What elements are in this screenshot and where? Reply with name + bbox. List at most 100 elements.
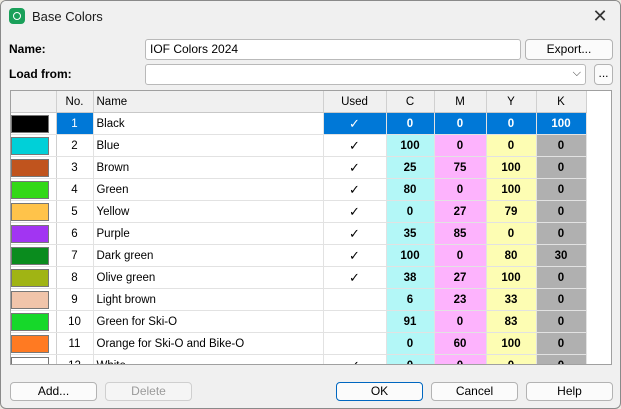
- magenta-value[interactable]: 27: [434, 200, 487, 223]
- used-check[interactable]: [323, 332, 387, 355]
- table-row[interactable]: 1 Black ✓ 0 0 0 100: [11, 112, 587, 135]
- cyan-value[interactable]: 0: [386, 200, 435, 223]
- name-field[interactable]: IOF Colors 2024: [145, 39, 521, 60]
- table-row[interactable]: 2 Blue ✓ 100 0 0 0: [11, 134, 587, 157]
- color-swatch[interactable]: [11, 310, 57, 333]
- load-from-combo[interactable]: ⌵: [145, 64, 586, 85]
- black-value[interactable]: 0: [536, 310, 587, 333]
- export-button[interactable]: Export...: [525, 39, 613, 60]
- color-swatch[interactable]: [11, 200, 57, 223]
- table-row[interactable]: 5 Yellow ✓ 0 27 79 0: [11, 200, 587, 223]
- black-value[interactable]: 0: [536, 266, 587, 289]
- color-swatch[interactable]: [11, 112, 57, 135]
- cyan-value[interactable]: 25: [386, 156, 435, 179]
- yellow-value[interactable]: 33: [486, 288, 537, 311]
- color-name[interactable]: Green for Ski-O: [93, 310, 324, 333]
- used-check[interactable]: [323, 288, 387, 311]
- color-swatch[interactable]: [11, 288, 57, 311]
- row-number[interactable]: 7: [56, 244, 94, 267]
- table-row[interactable]: 10 Green for Ski-O 91 0 83 0: [11, 310, 587, 333]
- table-row[interactable]: 9 Light brown 6 23 33 0: [11, 288, 587, 311]
- yellow-value[interactable]: 100: [486, 332, 537, 355]
- used-check[interactable]: [323, 310, 387, 333]
- cyan-value[interactable]: 6: [386, 288, 435, 311]
- color-swatch[interactable]: [11, 266, 57, 289]
- cyan-value[interactable]: 38: [386, 266, 435, 289]
- magenta-value[interactable]: 0: [434, 134, 487, 157]
- color-name[interactable]: Dark green: [93, 244, 324, 267]
- used-check[interactable]: ✓: [323, 112, 387, 135]
- color-swatch[interactable]: [11, 134, 57, 157]
- black-value[interactable]: 0: [536, 288, 587, 311]
- row-number[interactable]: 1: [56, 112, 94, 135]
- cyan-value[interactable]: 91: [386, 310, 435, 333]
- cyan-value[interactable]: 0: [386, 332, 435, 355]
- k-header[interactable]: K: [536, 91, 587, 113]
- color-name[interactable]: Blue: [93, 134, 324, 157]
- cyan-value[interactable]: 0: [386, 112, 435, 135]
- color-swatch[interactable]: [11, 332, 57, 355]
- yellow-value[interactable]: 0: [486, 222, 537, 245]
- black-value[interactable]: 0: [536, 354, 587, 364]
- yellow-value[interactable]: 0: [486, 354, 537, 364]
- cyan-value[interactable]: 0: [386, 354, 435, 364]
- used-check[interactable]: ✓: [323, 266, 387, 289]
- color-name[interactable]: Black: [93, 112, 324, 135]
- table-row[interactable]: 3 Brown ✓ 25 75 100 0: [11, 156, 587, 179]
- delete-button[interactable]: Delete: [105, 382, 192, 401]
- used-check[interactable]: ✓: [323, 178, 387, 201]
- used-check[interactable]: ✓: [323, 200, 387, 223]
- color-name[interactable]: White: [93, 354, 324, 364]
- magenta-value[interactable]: 85: [434, 222, 487, 245]
- row-number[interactable]: 3: [56, 156, 94, 179]
- no-header[interactable]: No.: [56, 91, 94, 113]
- magenta-value[interactable]: 0: [434, 178, 487, 201]
- row-number[interactable]: 2: [56, 134, 94, 157]
- yellow-value[interactable]: 100: [486, 156, 537, 179]
- table-row[interactable]: 6 Purple ✓ 35 85 0 0: [11, 222, 587, 245]
- row-number[interactable]: 6: [56, 222, 94, 245]
- color-name[interactable]: Purple: [93, 222, 324, 245]
- color-swatch[interactable]: [11, 354, 57, 364]
- cyan-value[interactable]: 80: [386, 178, 435, 201]
- row-number[interactable]: 9: [56, 288, 94, 311]
- table-row[interactable]: 4 Green ✓ 80 0 100 0: [11, 178, 587, 201]
- black-value[interactable]: 0: [536, 178, 587, 201]
- black-value[interactable]: 30: [536, 244, 587, 267]
- row-number[interactable]: 5: [56, 200, 94, 223]
- row-number[interactable]: 10: [56, 310, 94, 333]
- black-value[interactable]: 0: [536, 332, 587, 355]
- browse-button[interactable]: ...: [594, 64, 613, 85]
- color-name[interactable]: Light brown: [93, 288, 324, 311]
- magenta-value[interactable]: 0: [434, 244, 487, 267]
- color-name[interactable]: Orange for Ski-O and Bike-O: [93, 332, 324, 355]
- yellow-value[interactable]: 0: [486, 112, 537, 135]
- black-value[interactable]: 100: [536, 112, 587, 135]
- magenta-value[interactable]: 0: [434, 112, 487, 135]
- black-value[interactable]: 0: [536, 200, 587, 223]
- name-header[interactable]: Name: [93, 91, 324, 113]
- used-check[interactable]: ✓: [323, 156, 387, 179]
- table-row[interactable]: 8 Olive green ✓ 38 27 100 0: [11, 266, 587, 289]
- magenta-value[interactable]: 60: [434, 332, 487, 355]
- yellow-value[interactable]: 100: [486, 178, 537, 201]
- used-check[interactable]: ✓: [323, 354, 387, 364]
- color-swatch[interactable]: [11, 222, 57, 245]
- table-row[interactable]: 7 Dark green ✓ 100 0 80 30: [11, 244, 587, 267]
- y-header[interactable]: Y: [486, 91, 537, 113]
- black-value[interactable]: 0: [536, 134, 587, 157]
- row-number[interactable]: 8: [56, 266, 94, 289]
- magenta-value[interactable]: 23: [434, 288, 487, 311]
- magenta-value[interactable]: 75: [434, 156, 487, 179]
- cyan-value[interactable]: 100: [386, 244, 435, 267]
- used-check[interactable]: ✓: [323, 134, 387, 157]
- color-name[interactable]: Brown: [93, 156, 324, 179]
- magenta-value[interactable]: 0: [434, 354, 487, 364]
- cyan-value[interactable]: 35: [386, 222, 435, 245]
- used-header[interactable]: Used: [323, 91, 387, 113]
- color-name[interactable]: Olive green: [93, 266, 324, 289]
- color-swatch[interactable]: [11, 156, 57, 179]
- black-value[interactable]: 0: [536, 156, 587, 179]
- help-button[interactable]: Help: [526, 382, 613, 401]
- used-check[interactable]: ✓: [323, 244, 387, 267]
